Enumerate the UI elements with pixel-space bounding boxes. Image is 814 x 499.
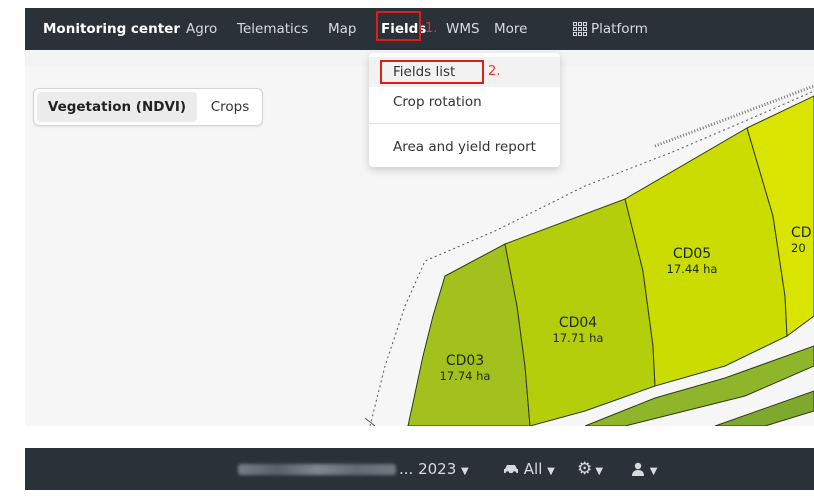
spacer (0, 426, 814, 448)
nav-platform[interactable]: Platform (591, 8, 648, 50)
field-label-cd05: CD05 17.44 ha (657, 247, 727, 277)
field-cd04 (504, 198, 656, 426)
fields-highlight-box (376, 11, 421, 41)
redacted-farm-name (238, 464, 396, 475)
car-icon (504, 465, 518, 475)
field-area: 17.74 ha (439, 369, 491, 383)
grid-icon (573, 22, 587, 36)
nav-map[interactable]: Map (328, 8, 357, 50)
field-name: CD05 (672, 246, 712, 262)
settings-menu[interactable]: ⚙ ▼ (577, 448, 603, 490)
field-name: CD (791, 225, 812, 241)
menu-divider (369, 123, 560, 124)
toggle-vegetation-ndvi[interactable]: Vegetation (NDVI) (37, 92, 197, 122)
chevron-down-icon: ▼ (592, 466, 604, 477)
vehicle-filter[interactable]: All ▼ (503, 448, 555, 490)
field-label-cd03: CD03 17.74 ha (430, 354, 500, 384)
menu-item-crop-rotation[interactable]: Crop rotation (369, 87, 560, 117)
menu-item-area-yield-report[interactable]: Area and yield report (369, 132, 560, 162)
field-name: CD04 (558, 315, 598, 331)
nav-wms[interactable]: WMS (446, 8, 480, 50)
step-2-marker: 2. (488, 64, 501, 79)
fields-list-highlight-box (380, 60, 484, 84)
season-label: ... 2023 (399, 460, 457, 478)
chevron-down-icon: ▼ (547, 466, 555, 477)
toggle-crops[interactable]: Crops (202, 92, 258, 122)
field-label-cd-partial: CD 20 (791, 226, 814, 256)
layer-toggle: Vegetation (NDVI) Crops (33, 88, 263, 126)
nav-more[interactable]: More (494, 8, 527, 50)
nav-telematics[interactable]: Telematics (237, 8, 308, 50)
nav-monitoring-center[interactable]: Monitoring center (43, 8, 180, 50)
step-1-marker: 1. (425, 21, 438, 36)
gear-icon: ⚙ (577, 459, 593, 479)
season-selector[interactable]: ... 2023 ▼ (399, 448, 469, 490)
chevron-down-icon: ▼ (649, 466, 658, 477)
chevron-down-icon: ▼ (461, 466, 469, 477)
vehicle-filter-label: All (523, 460, 543, 478)
nav-agro[interactable]: Agro (186, 8, 217, 50)
field-area: 17.71 ha (552, 331, 604, 345)
bottom-status-bar: ... 2023 ▼ All ▼ ⚙ ▼ ▼ (25, 448, 814, 490)
user-icon (632, 462, 644, 476)
field-area: 17.44 ha (666, 262, 718, 276)
field-name: CD03 (445, 353, 485, 369)
field-area: 20 (791, 241, 806, 255)
user-menu[interactable]: ▼ (631, 448, 657, 490)
field-label-cd04: CD04 17.71 ha (543, 316, 613, 346)
